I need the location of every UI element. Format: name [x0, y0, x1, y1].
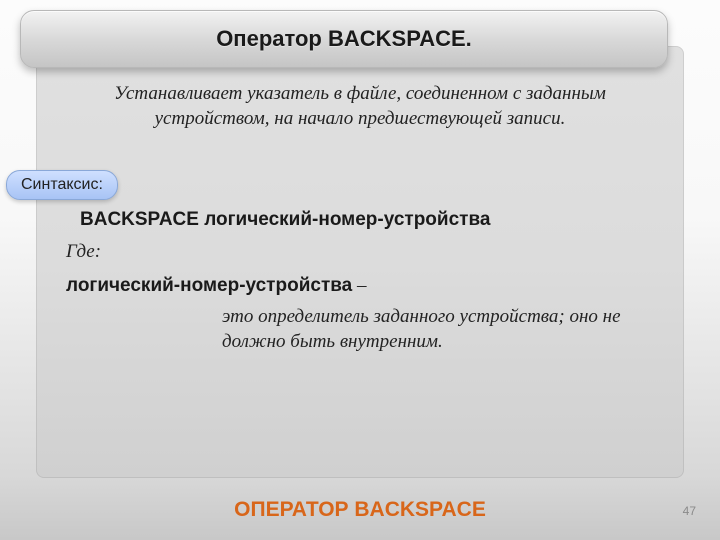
title-banner: Оператор BACKSPACE. [20, 10, 668, 68]
param-name-text: логический-номер-устройства [66, 275, 352, 296]
param-description: это определитель заданного устройства; о… [222, 305, 660, 354]
param-dash: – [352, 275, 366, 296]
footer-title: ОПЕРАТОР BACKSPACE [0, 498, 720, 522]
operator-description: Устанавливает указатель в файле, соедине… [60, 82, 660, 131]
page-number: 47 [683, 504, 696, 518]
syntax-line: BACKSPACE логический-номер-устройства [80, 209, 660, 231]
slide-title: Оператор BACKSPACE. [216, 26, 472, 52]
content-panel: Устанавливает указатель в файле, соедине… [36, 46, 684, 478]
syntax-label-pill: Синтаксис: [6, 170, 118, 200]
where-label: Где: [66, 241, 660, 263]
param-name: логический-номер-устройства – [66, 275, 660, 297]
